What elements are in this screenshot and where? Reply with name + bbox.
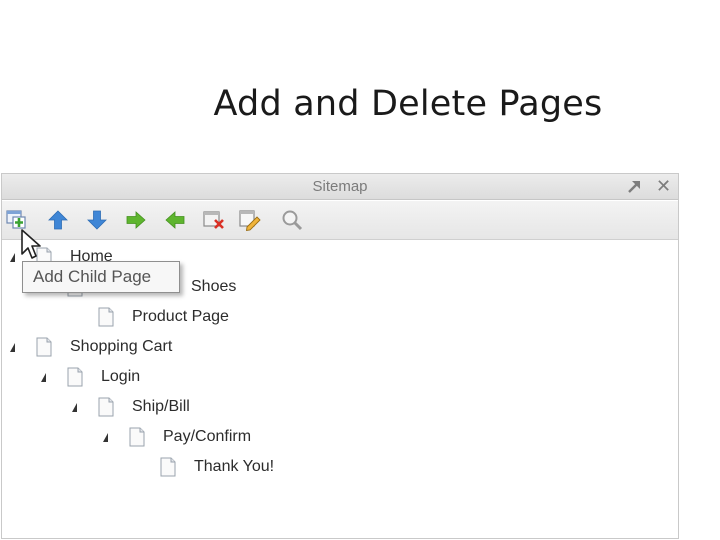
tree-node-shopping-cart[interactable]: Shopping Cart (2, 335, 302, 361)
tree-node-ship-bill[interactable]: Ship/Bill (2, 395, 302, 421)
tooltip-text: Add Child Page (33, 267, 152, 286)
move-down-icon (87, 210, 107, 230)
slide-title: Add and Delete Pages (213, 84, 603, 124)
delete-page-button[interactable] (202, 208, 226, 232)
page-icon (67, 367, 83, 387)
tree-node-label: Login (101, 368, 141, 385)
page-icon (129, 427, 145, 447)
close-icon[interactable]: ✕ (656, 175, 671, 197)
page-icon (98, 307, 114, 327)
tree-node-label: Shopping Cart (70, 338, 173, 355)
page-icon (36, 337, 52, 357)
tooltip: Add Child Page (22, 261, 180, 293)
indent-icon (126, 211, 146, 229)
tree-node-label: Pay/Confirm (163, 428, 252, 445)
sitemap-panel: Sitemap ✕ Home Shoes Product Page Shoppi… (1, 173, 679, 539)
expand-toggle-icon[interactable] (41, 373, 46, 382)
sitemap-titlebar: Sitemap ✕ (2, 174, 678, 200)
outdent-icon (165, 211, 185, 229)
outdent-button[interactable] (163, 208, 187, 232)
search-button[interactable] (280, 208, 304, 232)
tree-node-label: Product Page (132, 308, 229, 325)
tree-node-label: Shoes (191, 278, 237, 295)
delete-page-icon (203, 211, 224, 229)
search-icon (282, 210, 303, 231)
expand-toggle-icon[interactable] (10, 253, 15, 262)
page-icon (160, 457, 176, 477)
tree-node-label: Thank You! (194, 458, 275, 475)
tree-node-product-page[interactable]: Product Page (2, 305, 302, 331)
tree-node-label: Ship/Bill (132, 398, 190, 415)
indent-button[interactable] (124, 208, 148, 232)
sitemap-toolbar (2, 201, 678, 240)
expand-toggle-icon[interactable] (10, 343, 15, 352)
mouse-cursor-icon (20, 228, 46, 262)
edit-page-icon (239, 210, 261, 232)
expand-toggle-icon[interactable] (72, 403, 77, 412)
move-down-button[interactable] (85, 208, 109, 232)
tree-node-login[interactable]: Login (2, 365, 302, 391)
tree-node-pay-confirm[interactable]: Pay/Confirm (2, 425, 302, 451)
edit-page-button[interactable] (238, 208, 262, 232)
tree-node-thank-you[interactable]: Thank You! (2, 455, 322, 481)
popout-icon[interactable] (626, 177, 642, 195)
sitemap-title: Sitemap (312, 178, 368, 195)
move-up-button[interactable] (46, 208, 70, 232)
page-icon (98, 397, 114, 417)
expand-toggle-icon[interactable] (103, 433, 108, 442)
move-up-icon (48, 210, 68, 230)
